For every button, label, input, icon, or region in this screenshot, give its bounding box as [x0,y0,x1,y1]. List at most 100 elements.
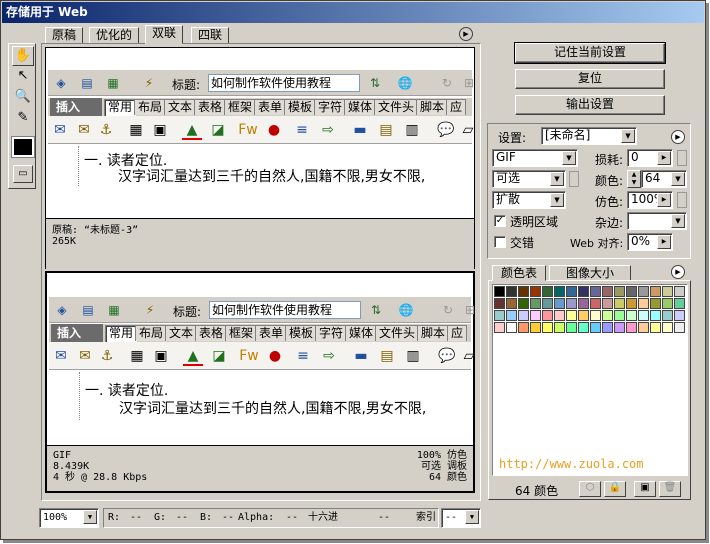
color-swatch[interactable] [578,322,589,333]
tab-table[interactable]: 表格 [194,99,227,115]
layer-icon[interactable]: ▣ [151,346,171,366]
preview-browser-icon[interactable]: 🌐 [397,301,415,319]
color-swatch[interactable] [626,322,637,333]
table-icon[interactable]: ▦ [126,120,146,140]
flash-icon[interactable]: ● [264,120,284,140]
date-icon[interactable]: ▤ [377,346,397,366]
email-link-icon[interactable]: ✉ [75,346,95,366]
color-swatch[interactable] [614,298,625,309]
web-shift-icon[interactable]: ⬡ [579,481,601,497]
lock-icon[interactable]: 🔒 [604,481,626,497]
color-swatch[interactable] [578,286,589,297]
zoom-select[interactable]: 100% ▼ [39,508,99,528]
color-swatch[interactable] [662,286,673,297]
color-table-menu-icon[interactable]: ▶ [671,265,685,279]
color-swatch[interactable] [602,310,613,321]
toggle-slices-icon[interactable]: ▭ [13,165,33,183]
server-side-include-icon[interactable]: ⇨ [318,120,338,140]
tab-text[interactable]: 文本 [165,325,198,341]
tab-table[interactable]: 表格 [195,325,228,341]
email-link-icon[interactable]: ✉ [74,120,94,140]
transparency-checkbox[interactable]: ✓ [494,215,506,227]
tab-image-size[interactable]: 图像大小 [549,265,631,281]
tag-chooser-icon[interactable]: ▱ [458,120,478,140]
color-swatch[interactable] [518,286,529,297]
tab-templates[interactable]: 模板 [285,325,318,341]
color-swatch[interactable] [554,310,565,321]
colors-stepper[interactable]: ▲ ▼ [627,170,641,188]
tab-script[interactable]: 脚本 [417,325,450,341]
tab-optimized[interactable]: 优化的 [89,27,140,44]
title-field[interactable]: 如何制作软件使用教程 [209,301,361,319]
matte-select[interactable]: ▼ [627,212,687,230]
design-view-icon[interactable]: ▦ [105,301,123,319]
color-swatch[interactable] [494,322,505,333]
color-swatch[interactable] [554,322,565,333]
tab-color-table[interactable]: 颜色表 [492,265,546,281]
color-swatch[interactable] [554,298,565,309]
color-swatch[interactable] [674,322,685,333]
color-swatch[interactable] [506,322,517,333]
colors-select[interactable]: 64 ▼ [641,170,687,188]
index-select[interactable]: -- ▼ [441,508,481,528]
color-swatch[interactable] [650,322,661,333]
refresh-icon[interactable]: ↻ [438,74,456,92]
split-view-icon[interactable]: ▤ [78,74,96,92]
color-swatch[interactable] [542,310,553,321]
tab-4up[interactable]: 四联 [191,27,230,44]
new-color-icon[interactable]: ▣ [634,481,656,497]
color-swatch[interactable] [590,286,601,297]
optimize-menu-icon[interactable]: ▶ [671,130,685,144]
tab-frames[interactable]: 框架 [224,99,257,115]
color-swatch[interactable] [530,298,541,309]
color-swatch[interactable] [566,322,577,333]
color-swatch[interactable] [494,310,505,321]
design-view[interactable]: 一. 读者定位. 汉字词汇量达到三千的自然人,国籍不限,男女不限, [48,146,472,186]
settings-preset-select[interactable]: [未命名] ▼ [541,127,637,145]
color-swatch[interactable] [578,310,589,321]
rollover-image-icon[interactable]: ◪ [208,120,228,140]
color-swatch[interactable] [626,286,637,297]
preview-browser-icon[interactable]: 🌐 [396,74,414,92]
design-view-icon[interactable]: ▦ [104,74,122,92]
color-swatch[interactable] [518,298,529,309]
view-options-icon[interactable]: ⊞ [460,74,478,92]
color-swatch[interactable] [554,286,565,297]
file-management-icon[interactable]: ⇅ [366,74,384,92]
color-swatch[interactable] [650,298,661,309]
lossy-field[interactable]: 0 ▶ [627,149,673,167]
dither-algorithm-select[interactable]: 扩散 ▼ [492,191,566,209]
color-swatch[interactable] [662,322,673,333]
tab-app[interactable]: 应 [446,99,467,115]
color-swatch[interactable] [662,298,673,309]
color-swatch[interactable] [614,310,625,321]
tab-original[interactable]: 原稿 [45,27,84,44]
output-settings-button[interactable]: 输出设置 [515,95,665,115]
color-swatch[interactable] [662,310,673,321]
remember-settings-button[interactable]: 记住当前设置 [514,42,666,64]
table-icon[interactable]: ▦ [127,346,147,366]
tabular-data-icon[interactable]: ▥ [402,120,422,140]
color-swatch[interactable] [518,310,529,321]
tab-2up[interactable]: 双联 [145,25,184,44]
tab-media[interactable]: 媒体 [344,99,377,115]
color-swatch[interactable] [602,322,613,333]
color-swatch[interactable] [506,286,517,297]
tab-templates[interactable]: 模板 [284,99,317,115]
color-swatch[interactable] [530,322,541,333]
color-swatch[interactable] [566,310,577,321]
color-swatch[interactable] [590,322,601,333]
zoom-icon[interactable]: 🔍 [12,88,34,108]
color-swatch[interactable] [650,310,661,321]
trash-icon[interactable]: 🗑 [659,481,681,497]
color-swatch[interactable] [614,286,625,297]
color-swatch[interactable] [674,310,685,321]
tab-forms[interactable]: 表单 [254,99,287,115]
fireworks-html-icon[interactable]: Fw [238,120,258,140]
image-icon[interactable]: ▲ [183,346,203,366]
title-field[interactable]: 如何制作软件使用教程 [208,74,360,92]
view-options-icon[interactable]: ⊞ [461,301,479,319]
format-select[interactable]: GIF ▼ [492,149,578,167]
rollover-image-icon[interactable]: ◪ [209,346,229,366]
anchor-icon[interactable]: ⚓ [96,120,116,140]
